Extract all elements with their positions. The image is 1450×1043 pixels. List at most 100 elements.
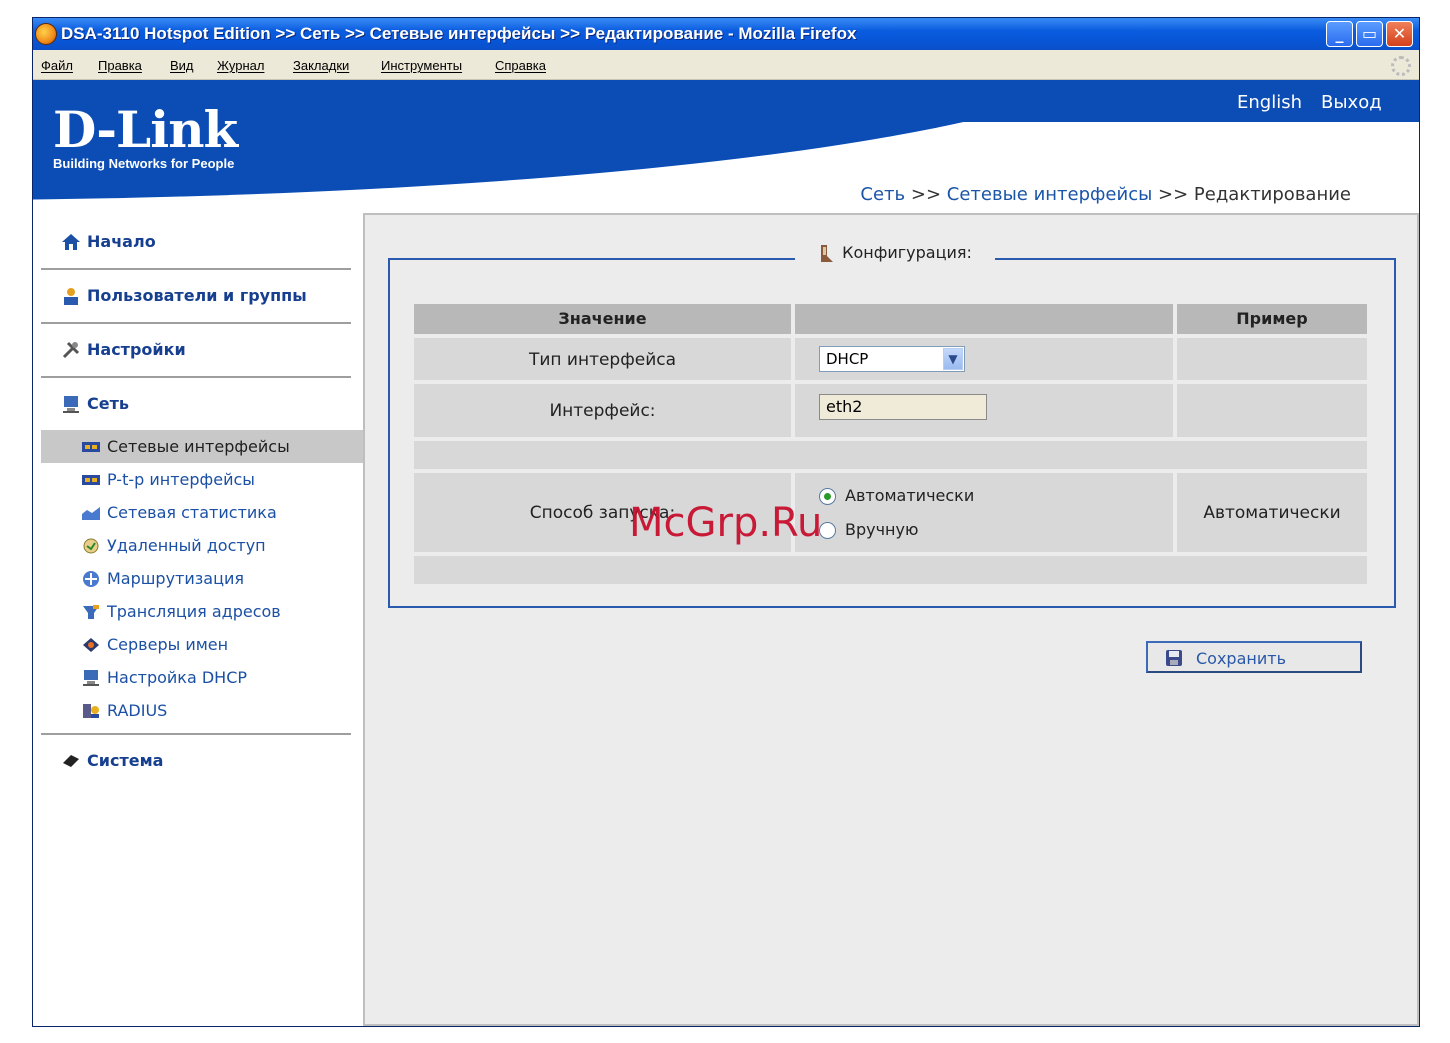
menu-bar: Файл Правка Вид Журнал Закладки Инструме… [33, 50, 1419, 80]
sidebar-item-network-stats[interactable]: Сетевая статистика [41, 496, 363, 529]
users-icon [64, 288, 78, 305]
sidebar-item-label: Сетевая статистика [107, 503, 277, 522]
iface-type-select[interactable]: DHCP ▼ [819, 346, 965, 372]
breadcrumb-separator: >> [1152, 184, 1194, 205]
sidebar-item-routing[interactable]: Маршрутизация [41, 562, 363, 595]
table-row: Интерфейс: eth2 [414, 384, 1370, 437]
menu-tools[interactable]: Инструменты [381, 58, 462, 73]
floppy-disk-icon [1166, 650, 1182, 666]
config-fieldset: Конфигурация: Значение Пример Тип интерф… [388, 238, 1396, 608]
save-button[interactable]: Сохранить [1146, 641, 1362, 673]
title-bar: DSA-3110 Hotspot Edition >> Сеть >> Сете… [33, 18, 1419, 50]
radio-auto-label[interactable]: Автоматически [845, 486, 974, 505]
maximize-button[interactable]: ▭ [1356, 21, 1383, 47]
home-icon [62, 234, 80, 250]
sidebar-item-remote-access[interactable]: Удаленный доступ [41, 529, 363, 562]
sidebar-item-ptp-interfaces[interactable]: P-t-p интерфейсы [41, 463, 363, 496]
window-title: DSA-3110 Hotspot Edition >> Сеть >> Сете… [61, 24, 857, 43]
iface-input[interactable]: eth2 [819, 394, 987, 420]
sidebar-item-label: Пользователи и группы [87, 286, 307, 305]
menu-edit[interactable]: Правка [98, 58, 142, 73]
row-example-cell [1177, 384, 1367, 437]
sidebar-item-users[interactable]: Пользователи и группы [41, 270, 363, 322]
screenshot-frame: DSA-3110 Hotspot Edition >> Сеть >> Сете… [0, 0, 1450, 1043]
sidebar-item-radius[interactable]: RADIUS [41, 694, 363, 727]
row-label-cell: Тип интерфейса [414, 338, 791, 380]
menu-help[interactable]: Справка [495, 58, 546, 73]
sidebar-item-label: RADIUS [107, 701, 168, 720]
loading-throbber-icon [1391, 56, 1411, 76]
sidebar-item-label: Сеть [87, 394, 129, 413]
firefox-icon [35, 23, 57, 45]
row-control-cell: DHCP ▼ [795, 338, 1173, 380]
row-control-cell: Автоматически Вручную [795, 473, 1173, 552]
config-legend: Конфигурация: [795, 238, 995, 268]
menu-view[interactable]: Вид [170, 58, 194, 73]
column-header-value: Значение [414, 304, 791, 334]
remote-access-icon [83, 538, 99, 554]
english-link[interactable]: English [1237, 92, 1302, 113]
close-button[interactable]: ✕ [1386, 21, 1413, 47]
column-header-example: Пример [1177, 304, 1367, 334]
config-wrench-icon [821, 244, 834, 262]
sidebar-item-settings[interactable]: Настройки [41, 324, 363, 376]
sidebar-item-label: Сетевые интерфейсы [107, 437, 290, 456]
row-label-cell: Интерфейс: [414, 384, 791, 437]
tools-icon [62, 341, 80, 359]
column-header-control [795, 304, 1173, 334]
dlink-tagline: Building Networks for People [53, 156, 235, 171]
sidebar-item-system[interactable]: Система [41, 735, 363, 787]
sidebar-item-name-servers[interactable]: Серверы имен [41, 628, 363, 661]
watermark: McGrp.Ru [629, 500, 823, 546]
sidebar-item-label: Настройка DHCP [107, 668, 248, 687]
iface-type-label: Тип интерфейса [528, 350, 677, 370]
empty-row-cell [414, 556, 1367, 584]
content-panel: Конфигурация: Значение Пример Тип интерф… [363, 213, 1419, 1026]
network-card-icon [82, 442, 100, 452]
breadcrumb-interfaces[interactable]: Сетевые интерфейсы [947, 184, 1153, 205]
row-control-cell: eth2 [795, 384, 1173, 437]
table-header-row: Значение Пример [414, 304, 1370, 334]
sidebar-item-network-interfaces[interactable]: Сетевые интерфейсы [41, 430, 363, 463]
router-icon [83, 571, 99, 587]
sidebar-item-label: Трансляция адресов [107, 602, 281, 621]
sidebar-item-home[interactable]: Начало [41, 216, 363, 268]
save-button-label: Сохранить [1196, 649, 1286, 668]
config-legend-label: Конфигурация: [842, 243, 972, 262]
logout-link[interactable]: Выход [1321, 92, 1382, 113]
sidebar-item-nat[interactable]: Трансляция адресов [41, 595, 363, 628]
sidebar-item-label: P-t-p интерфейсы [107, 470, 255, 489]
minimize-button[interactable]: _ [1326, 21, 1353, 47]
sidebar-item-label: Серверы имен [107, 635, 229, 654]
sidebar-item-label: Начало [87, 232, 156, 251]
row-example-cell: Автоматически [1177, 473, 1367, 552]
iface-input-value: eth2 [826, 397, 863, 416]
chip-icon [63, 755, 79, 767]
sidebar: Начало Пользователи и группы Настройки С… [41, 216, 363, 787]
sidebar-item-dhcp[interactable]: Настройка DHCP [41, 661, 363, 694]
menu-file[interactable]: Файл [41, 58, 73, 73]
sidebar-item-label: Маршрутизация [107, 569, 244, 588]
iface-type-value: DHCP [826, 350, 869, 368]
sidebar-item-label: Система [87, 751, 164, 770]
area-chart-icon [82, 507, 100, 520]
table-row: Тип интерфейса DHCP ▼ [414, 338, 1370, 380]
computer-icon [83, 670, 99, 686]
row-example-cell [1177, 338, 1367, 380]
menu-bookmarks[interactable]: Закладки [293, 58, 349, 73]
menu-history[interactable]: Журнал [217, 58, 264, 73]
empty-row-cell [414, 441, 1367, 469]
chevron-down-icon[interactable]: ▼ [943, 348, 963, 370]
table-row: Способ запуска: Автоматически Вручную Ав… [414, 473, 1370, 552]
table-row [414, 441, 1370, 469]
radius-icon [83, 704, 99, 718]
table-row [414, 556, 1370, 584]
network-card-icon [82, 475, 100, 485]
breadcrumb-network[interactable]: Сеть [860, 184, 905, 205]
sidebar-item-label: Настройки [87, 340, 186, 359]
breadcrumb-separator: >> [905, 184, 947, 205]
sidebar-item-network[interactable]: Сеть [41, 378, 363, 430]
breadcrumb: Сеть >> Сетевые интерфейсы >> Редактиров… [860, 184, 1351, 205]
sidebar-item-label: Удаленный доступ [107, 536, 266, 555]
radio-manual-label[interactable]: Вручную [845, 520, 918, 539]
